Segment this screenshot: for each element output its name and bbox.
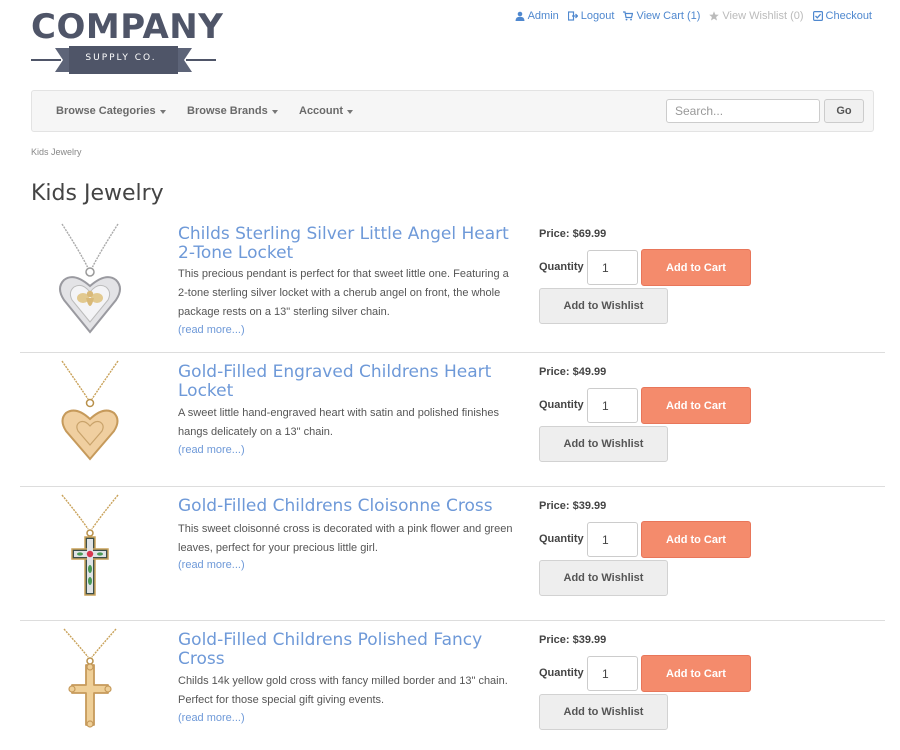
page-title: Kids Jewelry xyxy=(31,181,164,206)
product-title[interactable]: Gold-Filled Childrens Cloisonne Cross xyxy=(178,497,513,516)
browse-categories-label: Browse Categories xyxy=(56,105,156,117)
product-description: A sweet little hand-engraved heart with … xyxy=(178,407,500,438)
account-label: Account xyxy=(299,105,343,117)
product-price: Price: $39.99 xyxy=(539,634,607,646)
product-description: This precious pendant is perfect for tha… xyxy=(178,268,509,318)
add-to-wishlist-button[interactable]: Add to Wishlist xyxy=(539,694,668,730)
product-title[interactable]: Gold-Filled Childrens Polished Fancy Cro… xyxy=(178,631,513,669)
logo-wordmark: COMPANY xyxy=(31,7,224,47)
admin-link[interactable]: Admin xyxy=(515,10,559,22)
read-more-link[interactable]: (read more...) xyxy=(178,444,245,456)
quantity-label: Quantity xyxy=(539,261,584,273)
product-title[interactable]: Gold-Filled Engraved Childrens Heart Loc… xyxy=(178,363,513,401)
browse-categories-dropdown[interactable]: Browse Categories xyxy=(56,105,166,117)
polished-cross-image[interactable] xyxy=(50,627,130,747)
check-square-icon xyxy=(812,11,823,21)
main-navbar: Browse Categories Browse Brands Account … xyxy=(31,90,874,132)
checkout-link-label: Checkout xyxy=(825,10,872,22)
add-to-cart-button[interactable]: Add to Cart xyxy=(641,655,751,692)
star-icon xyxy=(709,11,720,21)
read-more-link[interactable]: (read more...) xyxy=(178,712,245,724)
silver-heart-locket-image[interactable] xyxy=(50,222,130,342)
view-wishlist-link[interactable]: View Wishlist (0) xyxy=(709,10,804,22)
search-go-button[interactable]: Go xyxy=(824,99,864,123)
product-title[interactable]: Childs Sterling Silver Little Angel Hear… xyxy=(178,225,513,263)
company-logo[interactable]: COMPANY SUPPLY CO. xyxy=(31,10,223,78)
product-price: Price: $69.99 xyxy=(539,228,607,240)
product-item: Childs Sterling Silver Little Angel Hear… xyxy=(20,218,885,353)
logo-subtitle: SUPPLY CO. xyxy=(85,53,157,63)
account-dropdown[interactable]: Account xyxy=(299,105,353,117)
read-more-link[interactable]: (read more...) xyxy=(178,324,245,336)
cart-icon xyxy=(623,11,634,21)
chevron-down-icon xyxy=(347,109,353,114)
cloisonne-cross-image[interactable] xyxy=(50,493,130,613)
gold-heart-locket-image[interactable] xyxy=(50,359,130,479)
product-item: Gold-Filled Childrens Cloisonne Cross Th… xyxy=(20,487,885,621)
quantity-label: Quantity xyxy=(539,399,584,411)
search-input[interactable] xyxy=(666,99,820,123)
view-wishlist-link-label: View Wishlist (0) xyxy=(722,10,804,22)
product-item: Gold-Filled Childrens Polished Fancy Cro… xyxy=(20,621,885,750)
product-description: This sweet cloisonné cross is decorated … xyxy=(178,523,513,554)
product-item: Gold-Filled Engraved Childrens Heart Loc… xyxy=(20,353,885,487)
top-links: Admin Logout View Cart (1) View Wishlist… xyxy=(515,10,872,22)
chevron-down-icon xyxy=(271,109,278,114)
logout-link[interactable]: Logout xyxy=(567,10,615,22)
checkout-link[interactable]: Checkout xyxy=(812,10,872,22)
quantity-input[interactable]: 1 xyxy=(587,388,638,423)
product-description: Childs 14k yellow gold cross with fancy … xyxy=(178,675,508,706)
quantity-input[interactable]: 1 xyxy=(587,250,638,285)
sign-out-icon xyxy=(567,11,578,21)
product-price: Price: $49.99 xyxy=(539,366,607,378)
add-to-cart-button[interactable]: Add to Cart xyxy=(641,387,751,424)
product-price: Price: $39.99 xyxy=(539,500,607,512)
breadcrumb[interactable]: Kids Jewelry xyxy=(31,147,82,157)
view-cart-link[interactable]: View Cart (1) xyxy=(623,10,700,22)
browse-brands-label: Browse Brands xyxy=(187,105,268,117)
chevron-down-icon xyxy=(159,109,166,114)
quantity-label: Quantity xyxy=(539,533,584,545)
add-to-wishlist-button[interactable]: Add to Wishlist xyxy=(539,288,668,324)
quantity-input[interactable]: 1 xyxy=(587,522,638,557)
user-icon xyxy=(515,11,525,21)
view-cart-link-label: View Cart (1) xyxy=(636,10,701,22)
read-more-link[interactable]: (read more...) xyxy=(178,559,245,571)
quantity-label: Quantity xyxy=(539,667,584,679)
admin-link-label: Admin xyxy=(527,10,559,22)
quantity-input[interactable]: 1 xyxy=(587,656,638,691)
add-to-cart-button[interactable]: Add to Cart xyxy=(641,521,751,558)
add-to-wishlist-button[interactable]: Add to Wishlist xyxy=(539,560,668,596)
logout-link-label: Logout xyxy=(580,10,615,22)
browse-brands-dropdown[interactable]: Browse Brands xyxy=(187,105,278,117)
add-to-cart-button[interactable]: Add to Cart xyxy=(641,249,751,286)
add-to-wishlist-button[interactable]: Add to Wishlist xyxy=(539,426,668,462)
